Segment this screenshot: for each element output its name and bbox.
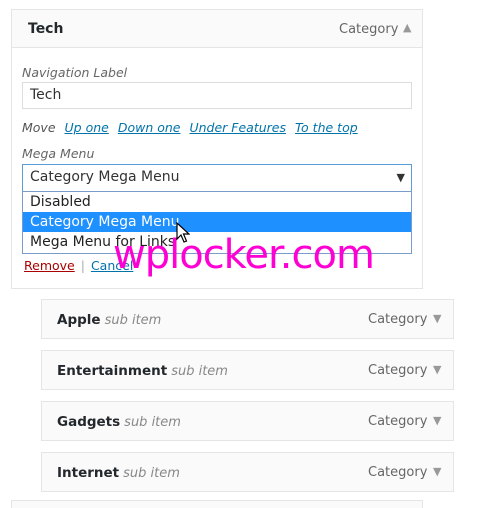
sub-item-apple[interactable]: Apple sub item Category ▼ [41, 299, 454, 339]
option-category-mega-menu[interactable]: Category Mega Menu [23, 212, 411, 232]
expand-arrow-icon[interactable]: ▼ [433, 465, 441, 478]
expand-arrow-icon[interactable]: ▼ [433, 363, 441, 376]
mouse-pointer-icon [176, 222, 190, 243]
actions-separator: | [80, 258, 85, 273]
sub-item-title: Entertainment [57, 363, 168, 379]
sub-item-type: Category [368, 363, 428, 378]
expand-arrow-icon[interactable]: ▼ [433, 414, 441, 427]
nav-label-input[interactable]: Tech [22, 82, 412, 109]
menu-item-title: Tech [28, 21, 64, 37]
option-disabled[interactable]: Disabled [23, 192, 411, 212]
sub-item-type: Category [368, 312, 428, 327]
sub-item-internet[interactable]: Internet sub item Category ▼ [41, 452, 454, 492]
move-row: Move Up one Down one Under Features To t… [22, 120, 358, 135]
expand-arrow-icon[interactable]: ▼ [433, 312, 441, 325]
sub-item-gadgets[interactable]: Gadgets sub item Category ▼ [41, 401, 454, 441]
watermark-text: wplocker.com [113, 232, 375, 278]
sub-item-title: Internet [57, 465, 120, 481]
sub-item-type: Category [368, 414, 428, 429]
move-up-one-link[interactable]: Up one [65, 120, 109, 135]
sub-item-note: sub item [124, 415, 181, 430]
sub-item-note: sub item [123, 466, 180, 481]
sub-item-note: sub item [104, 313, 162, 328]
sub-item-type: Category [368, 465, 428, 480]
sub-item-note: sub item [171, 364, 228, 379]
move-to-top-link[interactable]: To the top [295, 120, 358, 135]
mega-menu-caption: Mega Menu [22, 146, 95, 161]
move-down-one-link[interactable]: Down one [118, 120, 181, 135]
remove-link[interactable]: Remove [24, 258, 75, 273]
move-under-features-link[interactable]: Under Features [189, 120, 286, 135]
mega-menu-select[interactable]: Category Mega Menu ▼ [22, 164, 412, 192]
sub-item-title: Apple [57, 312, 101, 328]
move-caption: Move [22, 120, 56, 135]
menu-item-header[interactable]: Tech Category ▲ [12, 10, 422, 48]
dropdown-caret-icon: ▼ [396, 171, 405, 184]
nav-label-caption: Navigation Label [22, 65, 128, 80]
sub-item-title: Gadgets [57, 414, 121, 430]
sub-item-entertainment[interactable]: Entertainment sub item Category ▼ [41, 350, 454, 390]
mega-menu-selected-value: Category Mega Menu [30, 169, 180, 185]
collapse-arrow-icon[interactable]: ▲ [403, 21, 411, 34]
menu-item-type: Category [339, 22, 399, 37]
